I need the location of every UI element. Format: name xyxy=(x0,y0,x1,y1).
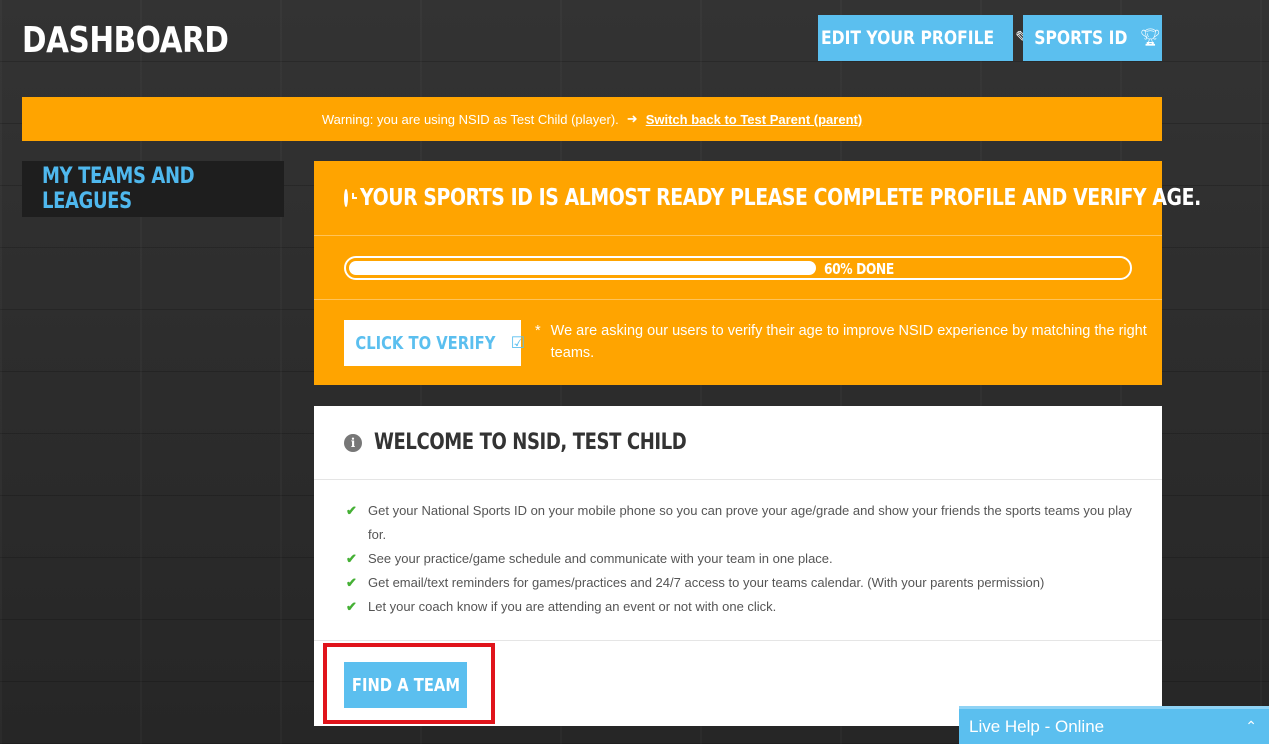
edit-profile-label: EDIT YOUR PROFILE xyxy=(820,27,994,49)
list-item: ✔ Get email/text reminders for games/pra… xyxy=(346,571,1132,595)
verify-row: CLICK TO VERIFY ☑ * We are asking our us… xyxy=(314,300,1162,366)
list-item: ✔ Let your coach know if you are attendi… xyxy=(346,595,1132,619)
verify-heading-row: YOUR SPORTS ID IS ALMOST READY PLEASE CO… xyxy=(314,161,1201,236)
benefits-list: ✔ Get your National Sports ID on your mo… xyxy=(314,480,1162,641)
clock-icon xyxy=(344,189,357,207)
sports-id-button[interactable]: SPORTS ID 🏆︎ xyxy=(1023,15,1162,61)
list-item: ✔ Get your National Sports ID on your mo… xyxy=(346,499,1132,547)
progress-label: 60% DONE xyxy=(824,259,895,278)
check-icon: ✔ xyxy=(346,575,357,590)
benefit-text: Get email/text reminders for games/pract… xyxy=(368,575,1045,590)
benefit-text: Get your National Sports ID on your mobi… xyxy=(368,503,1132,542)
welcome-heading: WELCOME TO NSID, TEST CHILD xyxy=(374,430,687,455)
find-a-team-button[interactable]: FIND A TEAM xyxy=(344,662,467,708)
find-team-label: FIND A TEAM xyxy=(351,674,460,696)
edit-profile-button[interactable]: EDIT YOUR PROFILE ✎ xyxy=(818,15,1029,61)
benefit-text: See your practice/game schedule and comm… xyxy=(368,551,833,566)
warning-bar: Warning: you are using NSID as Test Chil… xyxy=(22,97,1162,141)
progress-fill xyxy=(349,260,816,275)
sports-id-label: SPORTS ID xyxy=(1034,27,1128,49)
verify-note: * We are asking our users to verify thei… xyxy=(535,320,1151,364)
chevron-up-icon[interactable]: ⌃ xyxy=(1245,718,1257,735)
welcome-heading-row: i WELCOME TO NSID, TEST CHILD xyxy=(314,406,1162,480)
progress-row: 60% DONE xyxy=(314,236,1162,300)
check-icon: ✔ xyxy=(346,503,357,518)
sign-in-icon: ➜ xyxy=(626,111,638,126)
switch-back-link[interactable]: Switch back to Test Parent (parent) xyxy=(646,112,862,127)
verify-heading: YOUR SPORTS ID IS ALMOST READY PLEASE CO… xyxy=(360,185,1201,211)
asterisk: * xyxy=(535,323,541,339)
check-square-icon: ☑ xyxy=(510,335,526,352)
verify-card: YOUR SPORTS ID IS ALMOST READY PLEASE CO… xyxy=(314,161,1201,385)
sidebar-item-label: MY TEAMS AND LEAGUES xyxy=(42,164,195,214)
benefit-text: Let your coach know if you are attending… xyxy=(368,599,777,614)
click-to-verify-button[interactable]: CLICK TO VERIFY ☑ xyxy=(344,320,525,366)
warning-text: Warning: you are using NSID as Test Chil… xyxy=(321,111,619,127)
verify-button-label: CLICK TO VERIFY xyxy=(355,332,496,354)
info-icon: i xyxy=(344,433,362,452)
page-title: DASHBOARD xyxy=(22,20,229,61)
verify-note-text: We are asking our users to verify their … xyxy=(550,323,1147,361)
welcome-card: i WELCOME TO NSID, TEST CHILD ✔ Get your… xyxy=(314,406,1162,726)
live-help-label: Live Help - Online xyxy=(969,716,1105,736)
check-icon: ✔ xyxy=(346,551,357,566)
trophy-icon: 🏆︎ xyxy=(1139,28,1162,47)
check-icon: ✔ xyxy=(346,599,357,614)
list-item: ✔ See your practice/game schedule and co… xyxy=(346,547,1132,571)
sidebar-item-my-teams[interactable]: MY TEAMS AND LEAGUES xyxy=(22,161,284,217)
progress-bar: 60% DONE xyxy=(344,255,1132,280)
live-help-bar[interactable]: Live Help - Online ⌃ xyxy=(959,706,1269,744)
